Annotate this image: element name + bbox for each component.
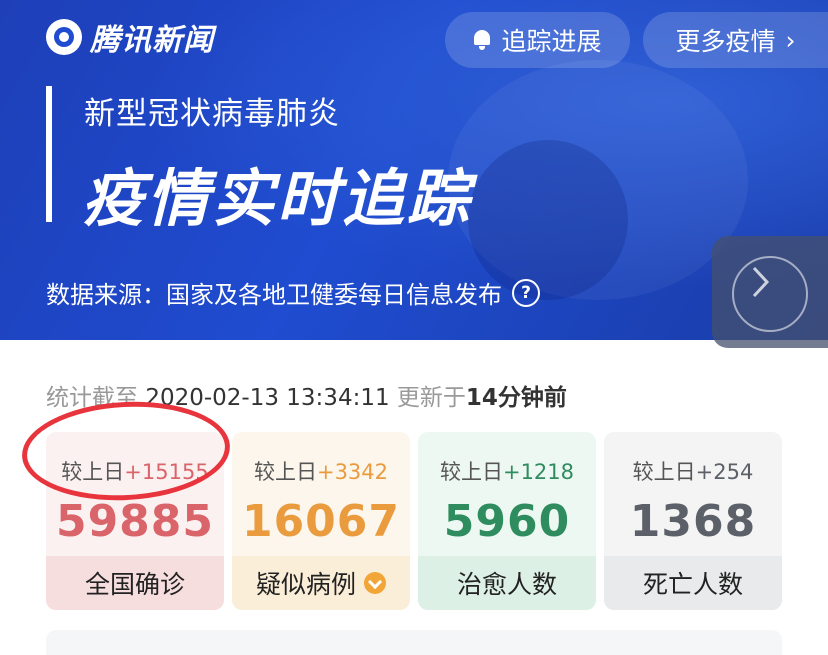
stat-label-text: 死亡人数	[642, 570, 743, 599]
track-progress-button[interactable]: 追踪进展	[445, 12, 630, 68]
check-badge-icon[interactable]	[364, 572, 386, 594]
data-source: 数据来源：国家及各地卫健委每日信息发布 ?	[46, 275, 540, 310]
stat-card-confirmed[interactable]: 较上日+15155 59885 全国确诊	[46, 432, 224, 610]
stat-label: 全国确诊	[46, 556, 224, 610]
stat-label-text: 治愈人数	[456, 570, 557, 599]
more-epidemic-label: 更多疫情	[675, 27, 776, 56]
header-banner: 腾讯新闻 追踪进展 更多疫情 › 新型冠状病毒肺炎 疫情实时追踪 数据来源：国家…	[0, 0, 828, 340]
stat-card-deaths[interactable]: 较上日+254 1368 死亡人数	[604, 432, 782, 610]
track-progress-label: 追踪进展	[501, 27, 602, 56]
next-circle	[732, 256, 808, 332]
stat-label: 死亡人数	[604, 556, 782, 610]
stats-timestamp: 2020-02-13 13:34:11	[145, 385, 390, 411]
more-epidemic-button[interactable]: 更多疫情 ›	[643, 12, 828, 68]
banner-subtitle: 新型冠状病毒肺炎	[84, 96, 340, 132]
delta-line: 较上日+3342	[254, 456, 388, 486]
chevron-right-icon	[752, 266, 770, 298]
title-accent-bar	[46, 86, 52, 222]
delta-label: 较上日	[253, 460, 317, 484]
stat-value: 16067	[241, 496, 401, 547]
stat-label-text: 疑似病例	[255, 570, 356, 599]
question-circle-icon[interactable]: ?	[512, 278, 540, 307]
delta-value: +254	[695, 460, 754, 484]
stats-prefix: 统计截至	[46, 385, 138, 411]
delta-line: 较上日+254	[633, 456, 754, 486]
delta-label: 较上日	[61, 460, 125, 484]
stat-card-recovered[interactable]: 较上日+1218 5960 治愈人数	[418, 432, 596, 610]
stat-card-suspected[interactable]: 较上日+3342 16067 疑似病例	[232, 432, 410, 610]
data-source-text: 数据来源：国家及各地卫健委每日信息发布	[46, 281, 502, 309]
bell-icon	[473, 30, 491, 50]
stat-value: 5960	[443, 496, 571, 547]
app-logo[interactable]: 腾讯新闻	[46, 15, 214, 59]
next-section-edge	[46, 630, 782, 655]
delta-value: +15155	[124, 460, 209, 484]
next-slide-button[interactable]	[712, 236, 828, 348]
delta-label: 较上日	[439, 460, 503, 484]
stat-value: 1368	[629, 496, 757, 547]
logo-text: 腾讯新闻	[90, 23, 214, 58]
delta-value: +3342	[316, 460, 389, 484]
delta-line: 较上日+15155	[61, 456, 208, 486]
stat-label: 治愈人数	[418, 556, 596, 610]
updated-prefix: 更新于	[396, 385, 466, 411]
stat-label: 疑似病例	[232, 556, 410, 610]
stats-timestamp-line: 统计截至 2020-02-13 13:34:11 更新于14分钟前	[46, 378, 567, 412]
stat-label-text: 全国确诊	[84, 570, 185, 599]
chevron-right-icon: ›	[785, 25, 796, 55]
delta-label: 较上日	[632, 460, 696, 484]
stat-value: 59885	[55, 496, 215, 547]
tencent-news-logo-icon	[46, 19, 82, 55]
updated-value: 14分钟前	[465, 385, 567, 411]
delta-line: 较上日+1218	[440, 456, 574, 486]
banner-title: 疫情实时追踪	[82, 162, 473, 235]
delta-value: +1218	[502, 460, 575, 484]
